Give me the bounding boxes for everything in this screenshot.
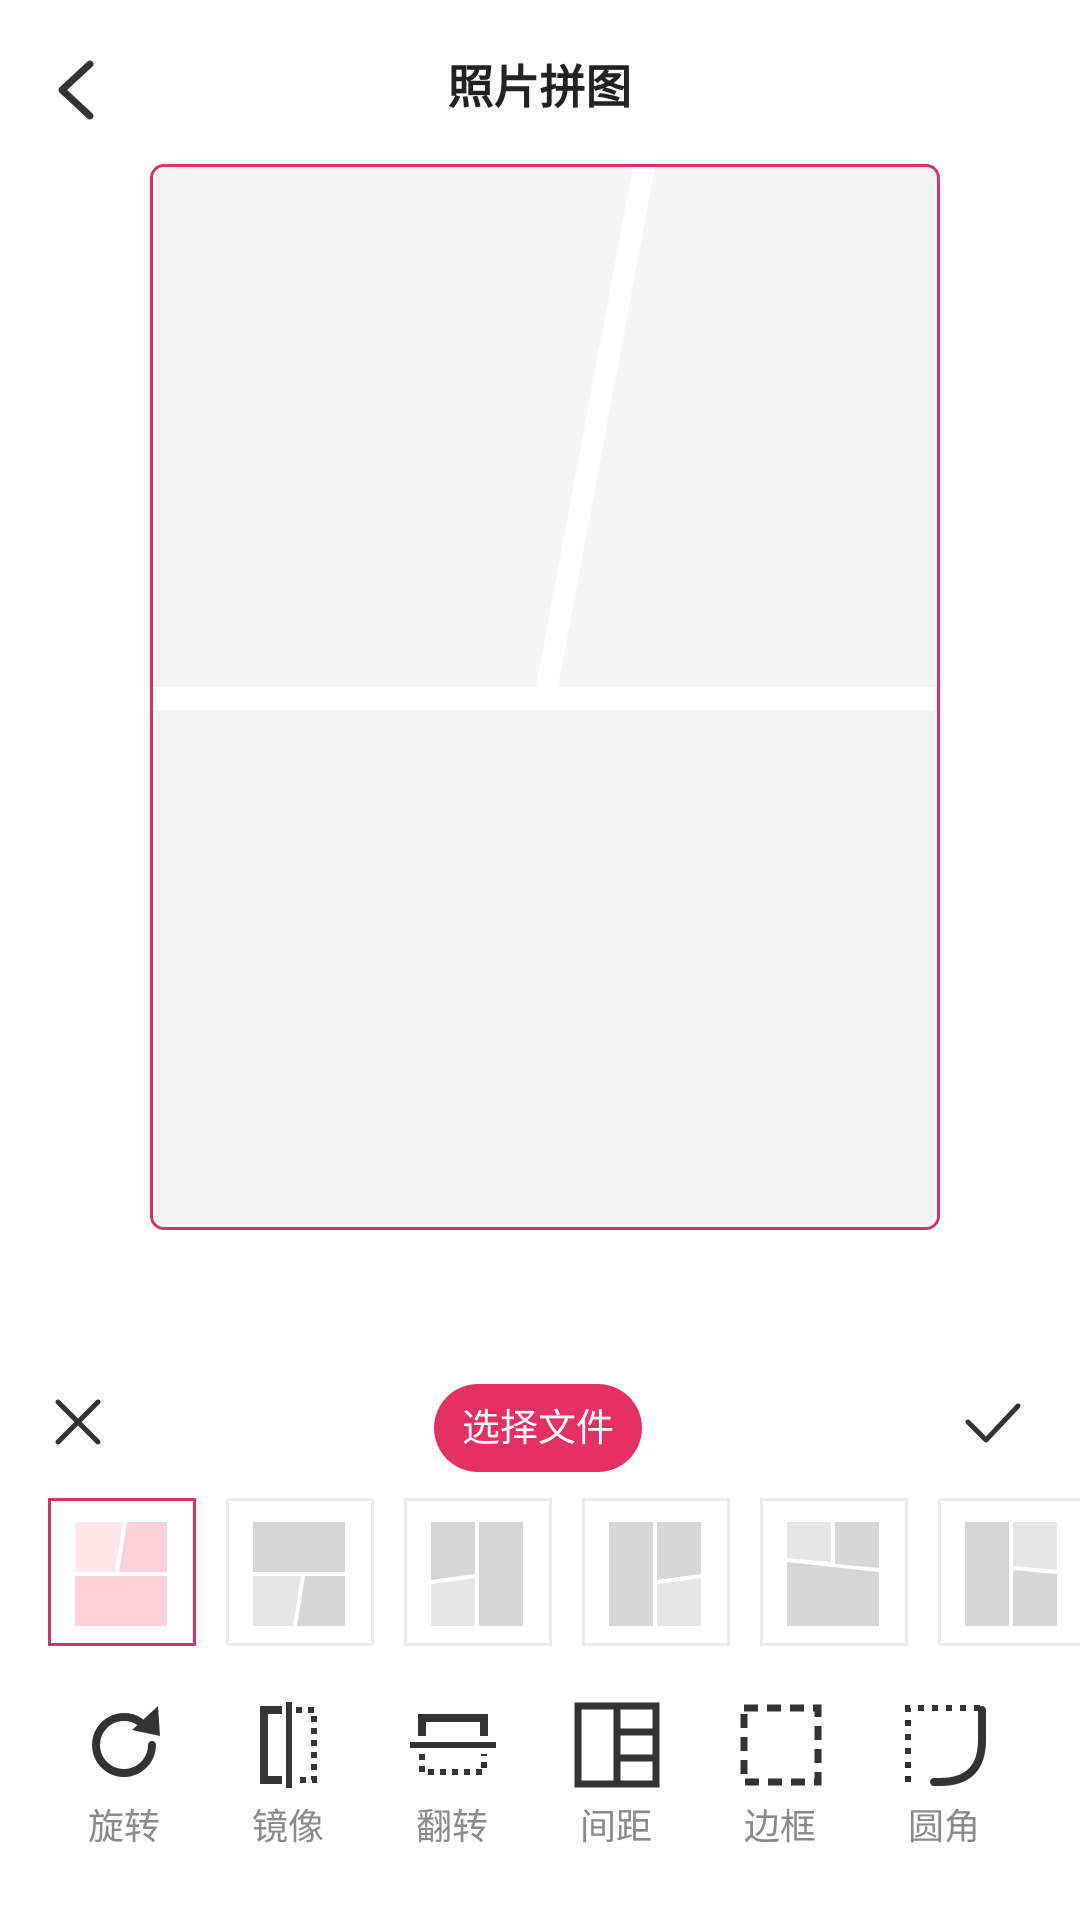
- corner-radius-tool-button[interactable]: 圆角: [874, 1700, 1014, 1860]
- rotate-tool-button[interactable]: 旋转: [54, 1700, 194, 1860]
- cancel-button[interactable]: [48, 1392, 108, 1452]
- flip-tool-button[interactable]: 翻转: [382, 1700, 522, 1860]
- layout-thumbnail-icon: [75, 1522, 167, 1626]
- layout-option-1[interactable]: [48, 1498, 196, 1646]
- collage-cell-bottom[interactable]: [153, 710, 937, 1227]
- mirror-icon: [260, 1702, 317, 1788]
- layout-option-2[interactable]: [226, 1498, 374, 1646]
- spacing-icon: [574, 1702, 660, 1788]
- layout-option-4[interactable]: [582, 1498, 730, 1646]
- rotate-tool-label: 旋转: [87, 1807, 160, 1848]
- collage-canvas: [150, 164, 940, 1230]
- corner-radius-icon: [905, 1705, 986, 1786]
- flip-icon: [410, 1714, 496, 1775]
- flip-tool-label: 翻转: [415, 1807, 488, 1848]
- border-tool-button[interactable]: 边框: [710, 1700, 850, 1860]
- select-file-button[interactable]: 选择文件: [434, 1384, 642, 1472]
- collage-cell-top-left[interactable]: [153, 167, 633, 687]
- mirror-tool-label: 镜像: [251, 1807, 324, 1848]
- layout-option-5[interactable]: [760, 1498, 908, 1646]
- layout-option-6[interactable]: [938, 1498, 1080, 1646]
- layout-thumbnail-icon: [253, 1522, 345, 1626]
- border-icon: [740, 1704, 822, 1786]
- back-button[interactable]: [44, 50, 114, 130]
- layout-thumbnail-icon: [965, 1522, 1057, 1626]
- rotate-icon: [92, 1706, 160, 1777]
- border-tool-label: 边框: [743, 1807, 816, 1848]
- check-icon: [965, 1403, 1021, 1443]
- layout-list: [0, 1498, 1080, 1648]
- chevron-left-icon: [58, 60, 94, 120]
- spacing-tool-label: 间距: [579, 1807, 652, 1848]
- layout-thumbnail-icon: [431, 1522, 523, 1626]
- mirror-tool-button[interactable]: 镜像: [218, 1700, 358, 1860]
- layout-option-3[interactable]: [404, 1498, 552, 1646]
- corner-radius-tool-label: 圆角: [907, 1807, 980, 1848]
- close-icon: [55, 1399, 101, 1445]
- page-title: 照片拼图: [448, 60, 632, 114]
- layout-thumbnail-icon: [787, 1522, 879, 1626]
- layout-thumbnail-icon: [609, 1522, 701, 1626]
- collage-layout: [153, 167, 937, 1227]
- confirm-button[interactable]: [960, 1392, 1026, 1452]
- spacing-tool-button[interactable]: 间距: [546, 1700, 686, 1860]
